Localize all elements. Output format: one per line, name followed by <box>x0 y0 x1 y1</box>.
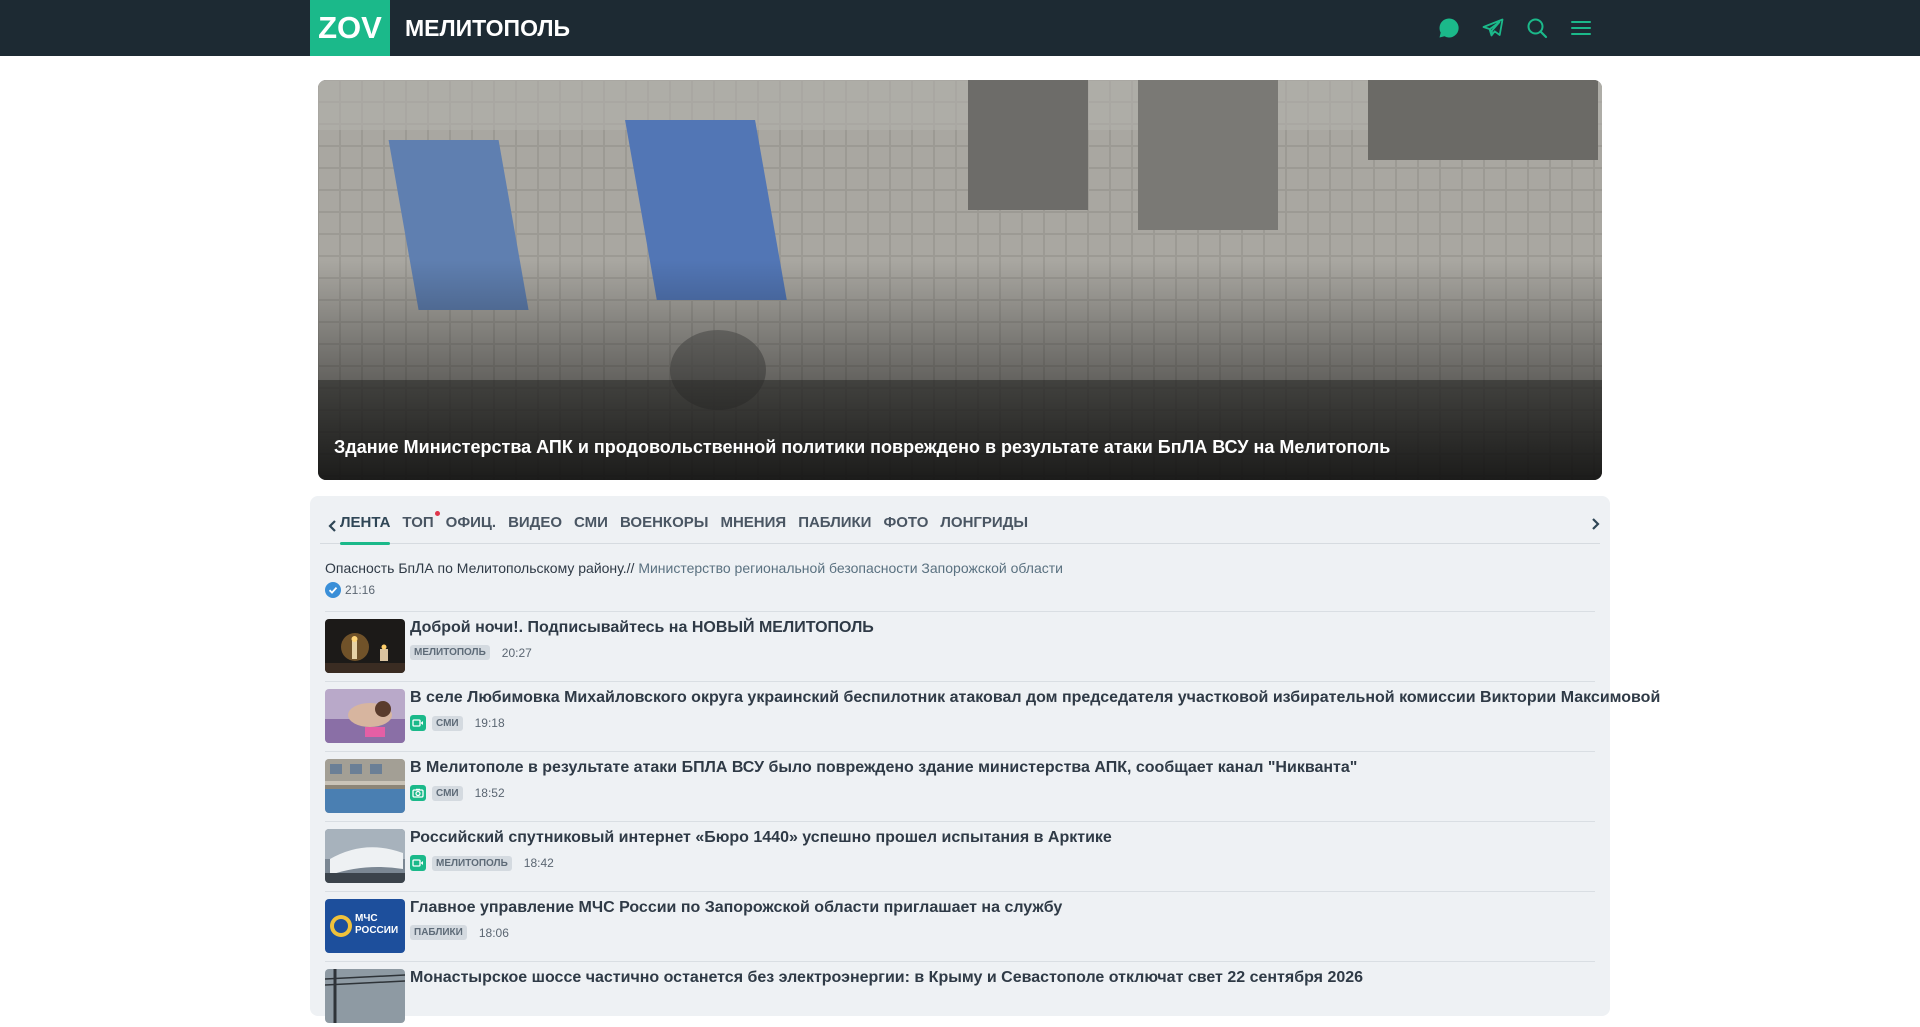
feed-thumbnail[interactable] <box>325 619 405 673</box>
tab-5[interactable]: ВОЕНКОРЫ <box>620 510 708 544</box>
feed-divider <box>325 681 1595 682</box>
feed-tabs: ЛЕНТА ТОП ОФИЦ. ВИДЕО СМИ ВОЕНКОРЫ МНЕНИЯ ПАБЛИ… <box>320 510 1602 545</box>
tab-4[interactable]: СМИ <box>574 510 608 544</box>
tab-label: ТОП <box>402 514 434 531</box>
feed-divider <box>325 961 1595 962</box>
chat-icon[interactable] <box>1433 12 1465 44</box>
feed-headline[interactable]: В Мелитополе в результате атаки БПЛА ВСУ… <box>410 759 1357 777</box>
telegram-icon[interactable] <box>1477 12 1509 44</box>
tab-3[interactable]: ВИДЕО <box>508 510 562 544</box>
tab-label: ФОТО <box>883 514 929 531</box>
feed-headline[interactable]: В селе Любимовка Михайловского округа ук… <box>410 689 1660 707</box>
feed-meta: ПАБЛИКИ 18:06 <box>410 925 509 940</box>
thumbnail-caption: МЧС РОССИИ <box>355 913 399 936</box>
alert-text: Опасность БпЛА по Мелитопольскому району… <box>325 560 635 576</box>
header-actions <box>1433 12 1597 44</box>
feed-headline[interactable]: Российский спутниковый интернет «Бюро 14… <box>410 829 1112 847</box>
feed-divider <box>325 751 1595 752</box>
feed-meta: СМИ 18:52 <box>410 785 505 801</box>
feed-item[interactable]: В селе Любимовка Михайловского округа ук… <box>325 689 1660 747</box>
feed-thumbnail[interactable]: МЧС РОССИИ <box>325 899 405 953</box>
video-icon <box>410 715 426 731</box>
feed-item[interactable]: МЧС РОССИИ Главное управление МЧС России … <box>325 899 1610 957</box>
hero-story[interactable]: Здание Министерства АПК и продовольствен… <box>318 80 1602 480</box>
menu-icon[interactable] <box>1565 12 1597 44</box>
search-icon[interactable] <box>1521 12 1553 44</box>
feed-time: 19:18 <box>474 716 505 730</box>
tab-label: СМИ <box>574 514 608 531</box>
source-badge[interactable]: МЕЛИТОПОЛЬ <box>410 645 490 660</box>
feed-item[interactable]: В Мелитополе в результате атаки БПЛА ВСУ… <box>325 759 1610 817</box>
feed-meta: СМИ 19:18 <box>410 715 505 731</box>
chevron-left-icon[interactable] <box>326 518 338 534</box>
feed-thumbnail[interactable] <box>325 969 405 1023</box>
verified-icon <box>325 582 341 598</box>
new-indicator-dot <box>434 511 440 516</box>
feed-time: 18:42 <box>523 856 554 870</box>
top-bar: ZOV МЕЛИТОПОЛЬ <box>0 0 1920 56</box>
tab-label: ВИДЕО <box>508 514 563 531</box>
video-icon <box>410 855 426 871</box>
tab-2[interactable]: ОФИЦ. <box>446 510 496 544</box>
chevron-right-icon[interactable] <box>1590 516 1602 532</box>
feed-meta: МЕЛИТОПОЛЬ 18:42 <box>410 855 554 871</box>
camera-icon <box>410 785 426 801</box>
feed-divider <box>325 611 1595 612</box>
source-badge[interactable]: СМИ <box>432 785 463 801</box>
feed-time: 20:27 <box>501 645 532 660</box>
feed-item[interactable]: Российский спутниковый интернет «Бюро 14… <box>325 829 1610 887</box>
source-badge[interactable]: СМИ <box>432 715 463 731</box>
feed-thumbnail[interactable] <box>325 759 405 813</box>
feed-headline[interactable]: Доброй ночи!. Подписывайтесь на НОВЫЙ МЕ… <box>410 619 874 637</box>
feed-thumbnail[interactable] <box>325 829 405 883</box>
feed-item[interactable]: Доброй ночи!. Подписывайтесь на НОВЫЙ МЕ… <box>325 619 1610 677</box>
tab-label: ЛОНГРИДЫ <box>940 514 1029 531</box>
feed-headline[interactable]: Главное управление МЧС России по Запорож… <box>410 899 1062 917</box>
feed-divider <box>325 891 1595 892</box>
tab-label: ОФИЦ. <box>445 514 497 531</box>
tab-label: ЛЕНТА <box>340 514 391 531</box>
feed-time: 18:52 <box>474 786 505 800</box>
feed-headline[interactable]: Монастырское шоссе частично останется бе… <box>410 969 1363 987</box>
tab-label: ПАБЛИКИ <box>798 514 872 531</box>
tab-9[interactable]: ЛОНГРИДЫ <box>940 510 1028 544</box>
urgent-alert[interactable]: Опасность БпЛА по Мелитопольскому району… <box>325 560 1605 598</box>
source-badge[interactable]: ПАБЛИКИ <box>410 925 467 940</box>
tab-0[interactable]: ЛЕНТА <box>340 510 391 545</box>
tab-label: МНЕНИЯ <box>720 514 787 531</box>
city-title[interactable]: МЕЛИТОПОЛЬ <box>405 0 570 56</box>
hero-title[interactable]: Здание Министерства АПК и продовольствен… <box>334 437 1390 458</box>
feed-item[interactable]: Монастырское шоссе частично останется бе… <box>325 969 1610 1027</box>
hero-gradient <box>318 80 1602 480</box>
news-panel: ЛЕНТА ТОП ОФИЦ. ВИДЕО СМИ ВОЕНКОРЫ МНЕНИЯ ПАБЛИ… <box>310 496 1660 1023</box>
alert-time: 21:16 <box>345 583 376 597</box>
tab-label: ВОЕНКОРЫ <box>619 514 709 531</box>
feed-divider <box>325 821 1595 822</box>
source-badge[interactable]: МЕЛИТОПОЛЬ <box>432 855 512 871</box>
site-logo[interactable]: ZOV <box>310 0 390 56</box>
feed-thumbnail[interactable] <box>325 689 405 743</box>
tab-8[interactable]: ФОТО <box>883 510 928 544</box>
tab-7[interactable]: ПАБЛИКИ <box>798 510 871 544</box>
tab-1[interactable]: ТОП <box>402 510 440 544</box>
alert-source[interactable]: Министерство региональной безопасности З… <box>638 560 1063 576</box>
tab-list: ЛЕНТА ТОП ОФИЦ. ВИДЕО СМИ ВОЕНКОРЫ МНЕНИЯ ПАБЛИ… <box>340 510 1028 545</box>
tab-6[interactable]: МНЕНИЯ <box>720 510 786 544</box>
feed-meta: МЕЛИТОПОЛЬ 20:27 <box>410 645 532 660</box>
feed-time: 18:06 <box>478 925 509 940</box>
